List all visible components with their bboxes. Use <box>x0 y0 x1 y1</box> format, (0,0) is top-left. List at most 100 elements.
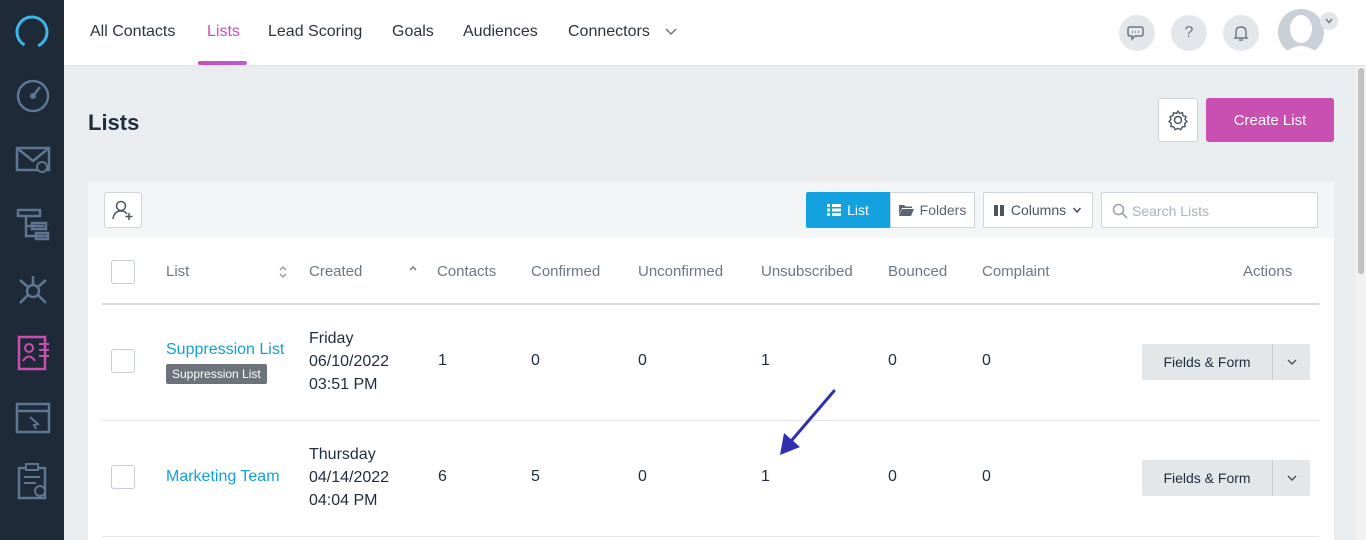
column-header-created[interactable]: Created <box>309 263 362 280</box>
sidebar-item-website[interactable] <box>14 400 52 438</box>
bounced-count: 0 <box>888 352 897 369</box>
nav-tab-all-contacts[interactable]: All Contacts <box>90 23 175 41</box>
created-cell: Thursday 04/14/2022 04:04 PM <box>309 443 389 512</box>
confirmed-count: 5 <box>531 468 540 485</box>
column-header-unsubscribed[interactable]: Unsubscribed <box>761 263 853 280</box>
column-header-contacts[interactable]: Contacts <box>437 263 496 280</box>
column-header-unconfirmed[interactable]: Unconfirmed <box>638 263 723 280</box>
row-checkbox[interactable] <box>111 465 135 489</box>
complaint-count: 0 <box>982 468 991 485</box>
header-divider <box>102 303 1319 305</box>
list-name-link[interactable]: Marketing Team <box>166 468 280 486</box>
fields-form-button[interactable]: Fields & Form <box>1142 344 1272 380</box>
row-divider <box>102 536 1319 537</box>
user-silhouette-icon <box>1278 9 1324 55</box>
chat-button[interactable] <box>1119 15 1155 51</box>
browser-cursor-icon <box>15 402 51 434</box>
account-menu-toggle[interactable] <box>1320 12 1338 30</box>
row-checkbox[interactable] <box>111 349 135 373</box>
flow-icon <box>16 208 50 241</box>
unsubscribed-count: 1 <box>761 468 770 485</box>
view-list-toggle[interactable]: List <box>806 192 890 228</box>
bounced-count: 0 <box>888 468 897 485</box>
chevron-down-icon <box>1073 207 1082 214</box>
lists-panel: List Folders Columns List Created Contac… <box>88 182 1334 540</box>
logo-icon[interactable] <box>14 14 50 50</box>
envelope-icon <box>15 146 51 173</box>
sidebar-item-reports[interactable] <box>14 462 52 500</box>
fields-form-button[interactable]: Fields & Form <box>1142 460 1272 496</box>
list-icon <box>827 204 842 216</box>
search-icon <box>1112 203 1128 219</box>
contacts-count: 6 <box>438 468 447 485</box>
unconfirmed-count: 0 <box>638 352 647 369</box>
top-navigation: All Contacts Lists Lead Scoring Goals Au… <box>64 0 1366 66</box>
notifications-button[interactable] <box>1223 15 1259 51</box>
chevron-down-icon <box>1286 475 1297 482</box>
list-name-link[interactable]: Suppression List <box>166 341 284 359</box>
contacts-count: 1 <box>438 352 447 369</box>
add-contact-button[interactable] <box>104 192 142 228</box>
network-icon <box>19 276 47 304</box>
created-date: 06/10/2022 <box>309 353 390 370</box>
created-time: 04:04 PM <box>309 492 378 509</box>
page-scrollbar[interactable] <box>1356 66 1366 540</box>
columns-label: Columns <box>1010 202 1067 218</box>
create-list-button[interactable]: Create List <box>1206 98 1334 142</box>
row-actions-dropdown[interactable] <box>1272 344 1310 380</box>
chevron-down-icon[interactable] <box>664 24 678 38</box>
view-folders-label: Folders <box>919 202 967 218</box>
column-header-actions: Actions <box>1243 263 1293 280</box>
sidebar-item-contacts[interactable] <box>14 334 52 372</box>
created-time: 03:51 PM <box>309 376 378 393</box>
bell-icon <box>1233 26 1249 41</box>
sidebar-item-campaigns[interactable] <box>14 140 52 178</box>
nav-tab-audiences[interactable]: Audiences <box>463 23 538 41</box>
created-date: 04/14/2022 <box>309 469 390 486</box>
nav-tab-connectors[interactable]: Connectors <box>568 23 650 41</box>
annotation-arrow-icon <box>780 389 836 455</box>
sidebar <box>0 0 64 540</box>
select-all-checkbox[interactable] <box>111 260 135 284</box>
column-header-complaint[interactable]: Complaint <box>982 263 1050 280</box>
clipboard-check-icon <box>17 463 47 500</box>
chevron-down-icon <box>1325 18 1333 24</box>
created-day: Thursday <box>309 446 376 463</box>
column-header-bounced[interactable]: Bounced <box>888 263 947 280</box>
confirmed-count: 0 <box>531 352 540 369</box>
folder-open-icon <box>898 205 914 216</box>
search-lists-input[interactable] <box>1132 201 1312 221</box>
created-cell: Friday 06/10/2022 03:51 PM <box>309 327 389 396</box>
help-icon: ? <box>1184 24 1194 41</box>
row-divider <box>102 420 1319 421</box>
view-folders-toggle[interactable]: Folders <box>890 192 975 228</box>
scrollbar-thumb[interactable] <box>1358 68 1364 274</box>
sidebar-item-network[interactable] <box>14 272 52 310</box>
columns-icon <box>993 204 1004 216</box>
column-header-list[interactable]: List <box>166 263 189 280</box>
gauge-icon <box>16 79 50 113</box>
sidebar-item-dashboard[interactable] <box>14 76 52 114</box>
avatar[interactable] <box>1278 9 1324 55</box>
active-tab-indicator <box>198 61 247 65</box>
complaint-count: 0 <box>982 352 991 369</box>
lists-toolbar: List Folders Columns <box>88 182 1334 238</box>
sidebar-item-automations[interactable] <box>14 206 52 244</box>
nav-tab-lists[interactable]: Lists <box>207 23 240 41</box>
columns-dropdown[interactable]: Columns <box>983 192 1093 228</box>
suppression-badge: Suppression List <box>166 364 267 384</box>
sort-icon[interactable] <box>278 265 288 279</box>
view-list-label: List <box>847 202 869 218</box>
chevron-down-icon <box>1286 359 1297 366</box>
sort-ascending-icon[interactable] <box>408 264 418 274</box>
page-title: Lists <box>88 110 140 135</box>
column-header-confirmed[interactable]: Confirmed <box>531 263 600 280</box>
row-actions-dropdown[interactable] <box>1272 460 1310 496</box>
gear-icon <box>1168 110 1188 131</box>
settings-button[interactable] <box>1158 98 1198 142</box>
nav-tab-goals[interactable]: Goals <box>392 23 434 41</box>
nav-tab-lead-scoring[interactable]: Lead Scoring <box>268 23 362 41</box>
help-button[interactable]: ? <box>1171 15 1207 51</box>
unconfirmed-count: 0 <box>638 468 647 485</box>
search-lists-box[interactable] <box>1101 192 1318 228</box>
